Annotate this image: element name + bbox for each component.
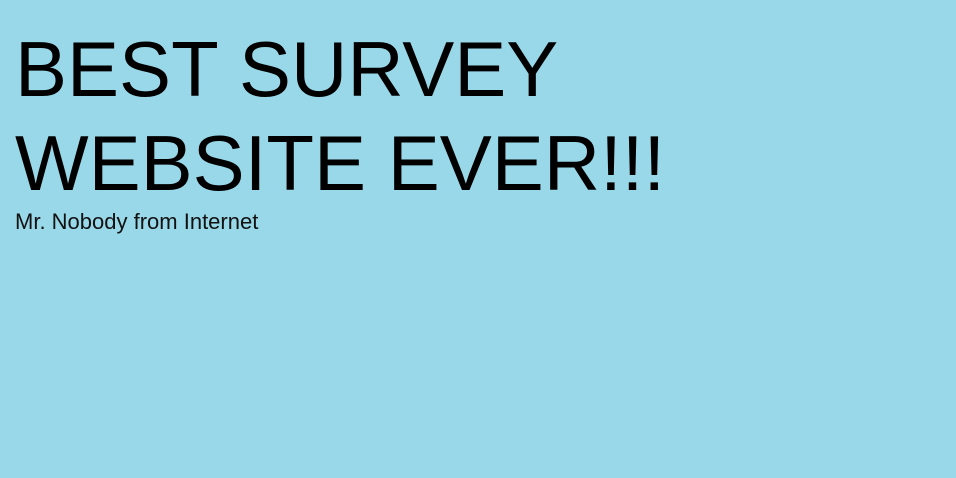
page: BEST SURVEY WEBSITE EVER!!! Mr. Nobody f… <box>0 0 956 478</box>
page-title: BEST SURVEY WEBSITE EVER!!! <box>15 25 666 207</box>
page-subtitle: Mr. Nobody from Internet <box>15 209 259 234</box>
